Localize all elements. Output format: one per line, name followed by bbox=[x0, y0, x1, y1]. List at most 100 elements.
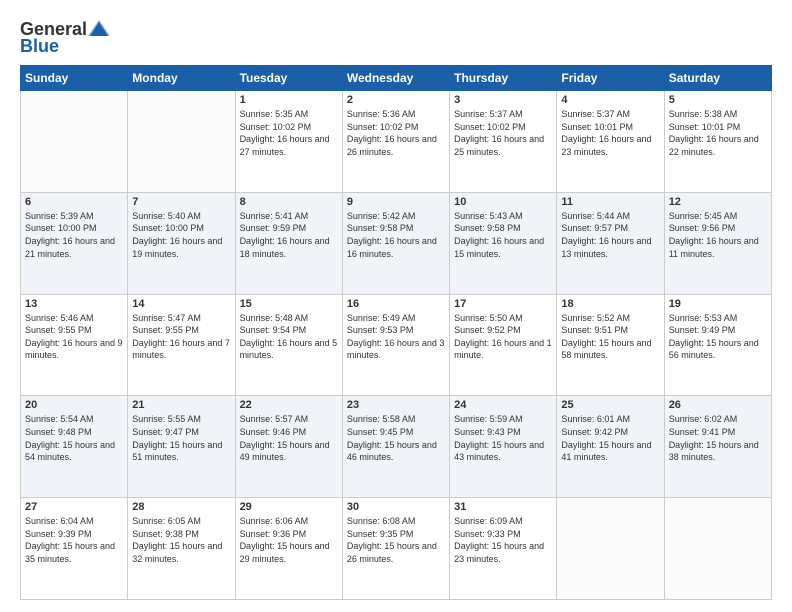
day-info: Sunrise: 6:09 AM Sunset: 9:33 PM Dayligh… bbox=[454, 515, 552, 565]
calendar-table: SundayMondayTuesdayWednesdayThursdayFrid… bbox=[20, 65, 772, 600]
day-cell: 28 Sunrise: 6:05 AM Sunset: 9:38 PM Dayli… bbox=[128, 498, 235, 600]
day-info: Sunrise: 5:46 AM Sunset: 9:55 PM Dayligh… bbox=[25, 312, 123, 362]
week-row-5: 27 Sunrise: 6:04 AM Sunset: 9:39 PM Dayli… bbox=[21, 498, 772, 600]
week-row-4: 20 Sunrise: 5:54 AM Sunset: 9:48 PM Dayli… bbox=[21, 396, 772, 498]
page: General Blue SundayMondayTuesdayWednesda… bbox=[0, 0, 792, 612]
day-cell: 10 Sunrise: 5:43 AM Sunset: 9:58 PM Dayli… bbox=[450, 192, 557, 294]
day-info: Sunrise: 5:37 AM Sunset: 10:01 PM Daylig… bbox=[561, 108, 659, 158]
day-number: 27 bbox=[25, 501, 123, 513]
day-cell bbox=[21, 91, 128, 193]
week-row-2: 6Sunrise: 5:39 AM Sunset: 10:00 PM Dayli… bbox=[21, 192, 772, 294]
day-info: Sunrise: 5:44 AM Sunset: 9:57 PM Dayligh… bbox=[561, 210, 659, 260]
day-cell: 23 Sunrise: 5:58 AM Sunset: 9:45 PM Dayli… bbox=[342, 396, 449, 498]
day-number: 28 bbox=[132, 501, 230, 513]
day-cell: 9Sunrise: 5:42 AM Sunset: 9:58 PM Daylig… bbox=[342, 192, 449, 294]
logo: General Blue bbox=[20, 18, 110, 57]
day-number: 2 bbox=[347, 94, 445, 106]
day-info: Sunrise: 5:42 AM Sunset: 9:58 PM Dayligh… bbox=[347, 210, 445, 260]
day-number: 7 bbox=[132, 196, 230, 208]
header: General Blue bbox=[20, 18, 772, 57]
day-cell: 4Sunrise: 5:37 AM Sunset: 10:01 PM Dayli… bbox=[557, 91, 664, 193]
day-number: 31 bbox=[454, 501, 552, 513]
day-info: Sunrise: 5:54 AM Sunset: 9:48 PM Dayligh… bbox=[25, 413, 123, 463]
day-number: 11 bbox=[561, 196, 659, 208]
day-cell: 30 Sunrise: 6:08 AM Sunset: 9:35 PM Dayli… bbox=[342, 498, 449, 600]
day-info: Sunrise: 5:58 AM Sunset: 9:45 PM Dayligh… bbox=[347, 413, 445, 463]
day-number: 10 bbox=[454, 196, 552, 208]
day-number: 30 bbox=[347, 501, 445, 513]
col-header-friday: Friday bbox=[557, 66, 664, 91]
day-number: 24 bbox=[454, 399, 552, 411]
day-info: Sunrise: 5:41 AM Sunset: 9:59 PM Dayligh… bbox=[240, 210, 338, 260]
day-cell: 14Sunrise: 5:47 AM Sunset: 9:55 PM Dayli… bbox=[128, 294, 235, 396]
day-cell: 8 Sunrise: 5:41 AM Sunset: 9:59 PM Daylig… bbox=[235, 192, 342, 294]
col-header-tuesday: Tuesday bbox=[235, 66, 342, 91]
day-number: 23 bbox=[347, 399, 445, 411]
week-row-1: 1 Sunrise: 5:35 AM Sunset: 10:02 PM Dayli… bbox=[21, 91, 772, 193]
day-info: Sunrise: 5:59 AM Sunset: 9:43 PM Dayligh… bbox=[454, 413, 552, 463]
col-header-wednesday: Wednesday bbox=[342, 66, 449, 91]
day-info: Sunrise: 5:47 AM Sunset: 9:55 PM Dayligh… bbox=[132, 312, 230, 362]
day-number: 25 bbox=[561, 399, 659, 411]
day-info: Sunrise: 6:02 AM Sunset: 9:41 PM Dayligh… bbox=[669, 413, 767, 463]
day-cell: 15Sunrise: 5:48 AM Sunset: 9:54 PM Dayli… bbox=[235, 294, 342, 396]
day-info: Sunrise: 5:43 AM Sunset: 9:58 PM Dayligh… bbox=[454, 210, 552, 260]
logo-blue: Blue bbox=[20, 36, 59, 57]
day-info: Sunrise: 5:57 AM Sunset: 9:46 PM Dayligh… bbox=[240, 413, 338, 463]
day-cell bbox=[664, 498, 771, 600]
day-number: 13 bbox=[25, 298, 123, 310]
day-info: Sunrise: 5:45 AM Sunset: 9:56 PM Dayligh… bbox=[669, 210, 767, 260]
day-number: 16 bbox=[347, 298, 445, 310]
day-number: 8 bbox=[240, 196, 338, 208]
day-cell: 11 Sunrise: 5:44 AM Sunset: 9:57 PM Dayli… bbox=[557, 192, 664, 294]
day-number: 20 bbox=[25, 399, 123, 411]
day-number: 18 bbox=[561, 298, 659, 310]
day-cell: 25 Sunrise: 6:01 AM Sunset: 9:42 PM Dayli… bbox=[557, 396, 664, 498]
day-number: 17 bbox=[454, 298, 552, 310]
day-cell: 5 Sunrise: 5:38 AM Sunset: 10:01 PM Dayli… bbox=[664, 91, 771, 193]
day-info: Sunrise: 6:01 AM Sunset: 9:42 PM Dayligh… bbox=[561, 413, 659, 463]
day-info: Sunrise: 5:35 AM Sunset: 10:02 PM Daylig… bbox=[240, 108, 338, 158]
day-cell: 24 Sunrise: 5:59 AM Sunset: 9:43 PM Dayli… bbox=[450, 396, 557, 498]
day-info: Sunrise: 5:53 AM Sunset: 9:49 PM Dayligh… bbox=[669, 312, 767, 362]
day-number: 19 bbox=[669, 298, 767, 310]
day-cell bbox=[557, 498, 664, 600]
day-cell: 20 Sunrise: 5:54 AM Sunset: 9:48 PM Dayli… bbox=[21, 396, 128, 498]
logo-icon bbox=[88, 18, 110, 40]
col-header-saturday: Saturday bbox=[664, 66, 771, 91]
day-cell: 22Sunrise: 5:57 AM Sunset: 9:46 PM Dayli… bbox=[235, 396, 342, 498]
week-row-3: 13 Sunrise: 5:46 AM Sunset: 9:55 PM Dayli… bbox=[21, 294, 772, 396]
day-number: 21 bbox=[132, 399, 230, 411]
day-info: Sunrise: 6:06 AM Sunset: 9:36 PM Dayligh… bbox=[240, 515, 338, 565]
day-cell: 26Sunrise: 6:02 AM Sunset: 9:41 PM Dayli… bbox=[664, 396, 771, 498]
day-info: Sunrise: 5:36 AM Sunset: 10:02 PM Daylig… bbox=[347, 108, 445, 158]
day-cell: 3 Sunrise: 5:37 AM Sunset: 10:02 PM Dayli… bbox=[450, 91, 557, 193]
day-info: Sunrise: 5:48 AM Sunset: 9:54 PM Dayligh… bbox=[240, 312, 338, 362]
day-number: 1 bbox=[240, 94, 338, 106]
day-cell: 16Sunrise: 5:49 AM Sunset: 9:53 PM Dayli… bbox=[342, 294, 449, 396]
day-number: 29 bbox=[240, 501, 338, 513]
day-info: Sunrise: 6:08 AM Sunset: 9:35 PM Dayligh… bbox=[347, 515, 445, 565]
day-number: 12 bbox=[669, 196, 767, 208]
day-info: Sunrise: 6:04 AM Sunset: 9:39 PM Dayligh… bbox=[25, 515, 123, 565]
day-cell: 1 Sunrise: 5:35 AM Sunset: 10:02 PM Dayli… bbox=[235, 91, 342, 193]
col-header-sunday: Sunday bbox=[21, 66, 128, 91]
day-info: Sunrise: 5:38 AM Sunset: 10:01 PM Daylig… bbox=[669, 108, 767, 158]
day-info: Sunrise: 5:50 AM Sunset: 9:52 PM Dayligh… bbox=[454, 312, 552, 362]
calendar-header-row: SundayMondayTuesdayWednesdayThursdayFrid… bbox=[21, 66, 772, 91]
day-cell: 18Sunrise: 5:52 AM Sunset: 9:51 PM Dayli… bbox=[557, 294, 664, 396]
day-cell: 12 Sunrise: 5:45 AM Sunset: 9:56 PM Dayli… bbox=[664, 192, 771, 294]
day-cell: 7Sunrise: 5:40 AM Sunset: 10:00 PM Dayli… bbox=[128, 192, 235, 294]
day-cell: 6Sunrise: 5:39 AM Sunset: 10:00 PM Dayli… bbox=[21, 192, 128, 294]
day-cell: 2 Sunrise: 5:36 AM Sunset: 10:02 PM Dayli… bbox=[342, 91, 449, 193]
day-info: Sunrise: 5:55 AM Sunset: 9:47 PM Dayligh… bbox=[132, 413, 230, 463]
col-header-thursday: Thursday bbox=[450, 66, 557, 91]
day-cell bbox=[128, 91, 235, 193]
day-cell: 31 Sunrise: 6:09 AM Sunset: 9:33 PM Dayli… bbox=[450, 498, 557, 600]
col-header-monday: Monday bbox=[128, 66, 235, 91]
day-number: 3 bbox=[454, 94, 552, 106]
day-info: Sunrise: 5:37 AM Sunset: 10:02 PM Daylig… bbox=[454, 108, 552, 158]
day-number: 5 bbox=[669, 94, 767, 106]
day-cell: 21 Sunrise: 5:55 AM Sunset: 9:47 PM Dayli… bbox=[128, 396, 235, 498]
day-info: Sunrise: 6:05 AM Sunset: 9:38 PM Dayligh… bbox=[132, 515, 230, 565]
